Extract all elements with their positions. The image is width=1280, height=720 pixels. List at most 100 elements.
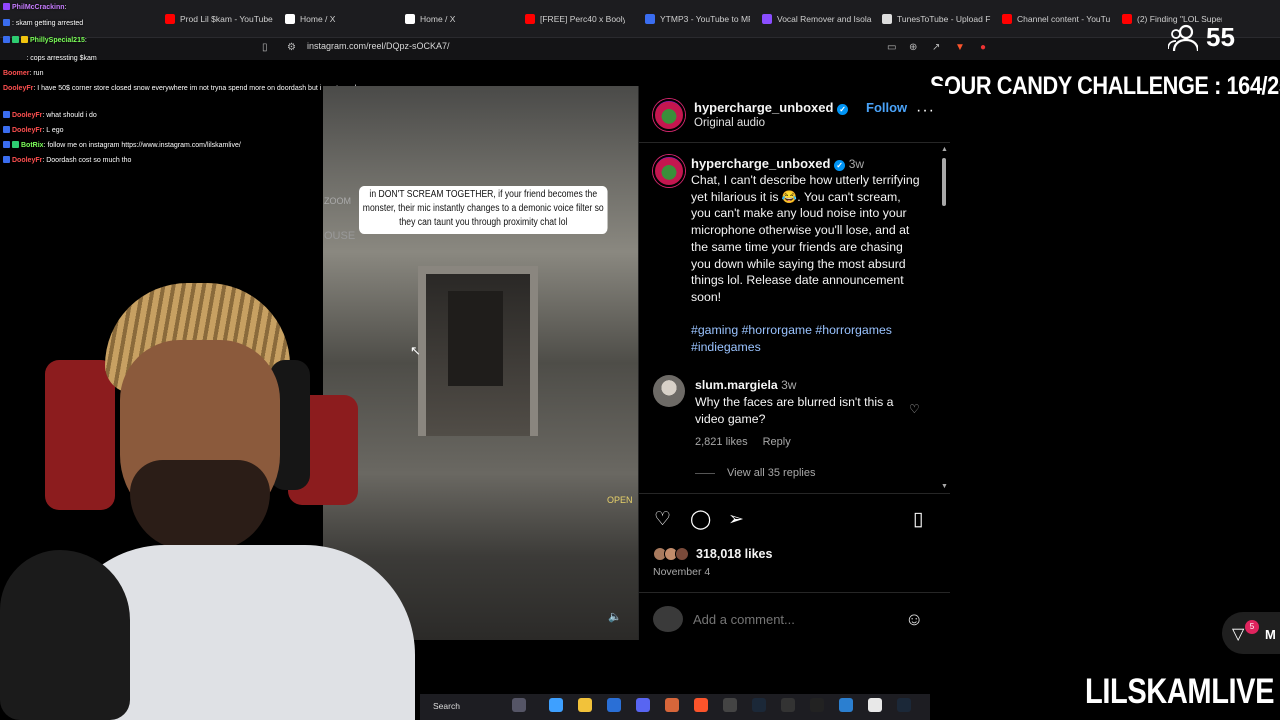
notepad-icon[interactable] bbox=[868, 698, 882, 712]
app-icon[interactable] bbox=[781, 698, 795, 712]
chat-line: : cops arressting $kam bbox=[26, 55, 97, 62]
liker-avatar bbox=[675, 547, 689, 561]
verified-icon: ✓ bbox=[834, 160, 846, 171]
copilot-icon[interactable] bbox=[549, 698, 563, 712]
cast-icon[interactable]: ▭ bbox=[887, 42, 896, 53]
file-explorer-icon[interactable] bbox=[578, 698, 592, 712]
badge-icon bbox=[21, 36, 28, 43]
emoji-icon[interactable]: ☺ bbox=[905, 609, 923, 630]
reply-button[interactable]: Reply bbox=[763, 436, 791, 448]
commenter-username[interactable]: slum.margiela 3w bbox=[695, 378, 796, 392]
badge-icon bbox=[12, 141, 19, 148]
badge-icon bbox=[12, 36, 19, 43]
tab-youtube-free[interactable]: [FREE] Perc40 x Boolymo bbox=[525, 8, 625, 30]
hud-zoom-label: ZOOM bbox=[324, 196, 351, 206]
author-username[interactable]: hypercharge_unboxed ✓ bbox=[694, 100, 849, 115]
steam-icon[interactable] bbox=[752, 698, 766, 712]
chat-message: Doordash cost so much tho bbox=[46, 157, 132, 164]
volume-icon[interactable]: 🔈 bbox=[608, 610, 622, 623]
post-actions: ♡ ◯ ➢ ▯ 318,018 likes November 4 ☺ bbox=[639, 493, 950, 640]
post-hashtags[interactable]: #gaming #horrorgame #horrorgames #indieg… bbox=[691, 322, 923, 355]
chat-username: PhilMcCrackinn bbox=[12, 4, 65, 11]
chat-message: L ego bbox=[46, 127, 64, 134]
replies-divider bbox=[695, 472, 715, 474]
filter-icon: ▽ bbox=[1232, 626, 1245, 643]
save-icon[interactable]: ▯ bbox=[913, 508, 923, 531]
tab-x-home-2[interactable]: Home / X bbox=[405, 8, 515, 30]
app-icon[interactable] bbox=[723, 698, 737, 712]
comment-icon[interactable]: ◯ bbox=[690, 508, 711, 531]
zoom-icon[interactable]: ⊕ bbox=[909, 42, 917, 53]
tab-channel-content[interactable]: Channel content - YouTu bbox=[1002, 8, 1112, 30]
video-caption: in DON'T SCREAM TOGETHER, if your friend… bbox=[359, 186, 608, 234]
brave-shield-icon[interactable]: ▼ bbox=[955, 42, 965, 53]
chat-message: I have 50$ corner store closed snow ever… bbox=[37, 85, 362, 92]
store-icon[interactable] bbox=[607, 698, 621, 712]
comment-time: 3w bbox=[781, 378, 797, 392]
chat-message: what should i do bbox=[46, 112, 97, 119]
scrollbar-thumb[interactable] bbox=[942, 158, 946, 206]
notification-badge: 5 bbox=[1245, 620, 1259, 634]
chat-line: DooleyFr: Doordash cost so much tho bbox=[3, 156, 131, 165]
likes-count[interactable]: 318,018 likes bbox=[696, 547, 772, 561]
app-icon[interactable] bbox=[665, 698, 679, 712]
add-comment-input[interactable] bbox=[693, 612, 893, 627]
like-icon[interactable]: ♡ bbox=[654, 508, 671, 531]
brave-icon[interactable] bbox=[694, 698, 708, 712]
chat-message: cops arressting $kam bbox=[30, 55, 97, 62]
scroll-down-icon[interactable]: ▼ bbox=[941, 483, 948, 490]
app-icon[interactable] bbox=[810, 698, 824, 712]
reel-video[interactable] bbox=[323, 86, 638, 640]
caption-time: 3w bbox=[848, 157, 865, 171]
tab-vocal-remover[interactable]: Vocal Remover and Isola bbox=[762, 8, 872, 30]
viewers-icon bbox=[1168, 24, 1198, 51]
share-icon[interactable]: ➢ bbox=[728, 508, 744, 531]
tab-label: Home / X bbox=[420, 14, 456, 24]
taskbar-search[interactable]: Search bbox=[433, 701, 460, 711]
chat-message: follow me on instagram https://www.insta… bbox=[47, 142, 241, 149]
instagram-post-panel: hypercharge_unboxed ✓ Original audio Fol… bbox=[638, 86, 950, 640]
audio-label[interactable]: Original audio bbox=[694, 117, 765, 129]
tab-label: YTMP3 - YouTube to MP bbox=[660, 14, 750, 24]
comment-like-icon[interactable]: ♡ bbox=[909, 402, 920, 416]
comment-likes[interactable]: 2,821 likes bbox=[695, 436, 748, 448]
widgets-icon[interactable] bbox=[512, 698, 526, 712]
tab-label: Vocal Remover and Isola bbox=[777, 14, 872, 24]
caption-username[interactable]: hypercharge_unboxed ✓ 3w bbox=[691, 156, 864, 171]
youtube-icon bbox=[1002, 14, 1012, 24]
chat-line: DooleyFr: what should i do bbox=[3, 111, 97, 120]
chat-username: DooleyFr bbox=[12, 157, 43, 164]
verified-icon: ✓ bbox=[837, 104, 849, 115]
photos-icon[interactable] bbox=[839, 698, 853, 712]
screen: Prod Lil $kam - YouTube Home / X Home / … bbox=[0, 0, 1280, 720]
comment-text: Why the faces are blurred isn't this a v… bbox=[695, 395, 894, 426]
tab-ytmp3[interactable]: YTMP3 - YouTube to MP bbox=[645, 8, 750, 30]
challenge-counter: SOUR CANDY CHALLENGE : 164/250 bbox=[930, 72, 1280, 100]
chat-line: : skam getting arrested bbox=[3, 19, 83, 28]
chat-username: DooleyFr bbox=[12, 112, 43, 119]
scroll-up-icon[interactable]: ▲ bbox=[941, 146, 948, 153]
ytmp3-icon bbox=[645, 14, 655, 24]
chat-username: Boomer bbox=[3, 70, 30, 77]
extension-icon[interactable]: ● bbox=[980, 42, 986, 53]
floating-button-label: M bbox=[1265, 627, 1276, 642]
steam-icon[interactable] bbox=[897, 698, 911, 712]
post-header: hypercharge_unboxed ✓ Original audio Fol… bbox=[639, 86, 950, 143]
tab-tunestotube[interactable]: TunesToTube - Upload F bbox=[882, 8, 992, 30]
chat-username: BotRix bbox=[21, 142, 44, 149]
author-avatar[interactable] bbox=[653, 99, 685, 131]
badge-icon bbox=[3, 19, 10, 26]
follow-button[interactable]: Follow bbox=[866, 100, 907, 115]
x-icon bbox=[405, 14, 415, 24]
discord-icon[interactable] bbox=[636, 698, 650, 712]
caption-avatar[interactable] bbox=[653, 155, 685, 187]
mouse-cursor-icon: ↖ bbox=[410, 343, 421, 358]
view-replies-label: View all 35 replies bbox=[727, 467, 816, 479]
share-icon[interactable]: ↗ bbox=[932, 42, 940, 53]
commenter-avatar[interactable] bbox=[653, 375, 685, 407]
chat-line: Boomer: run bbox=[3, 70, 44, 77]
view-replies[interactable]: View all 35 replies bbox=[695, 467, 815, 479]
chat-message: skam getting arrested bbox=[15, 20, 84, 27]
viewer-count: 55 bbox=[1168, 22, 1235, 53]
more-options-icon[interactable]: ··· bbox=[916, 102, 935, 120]
